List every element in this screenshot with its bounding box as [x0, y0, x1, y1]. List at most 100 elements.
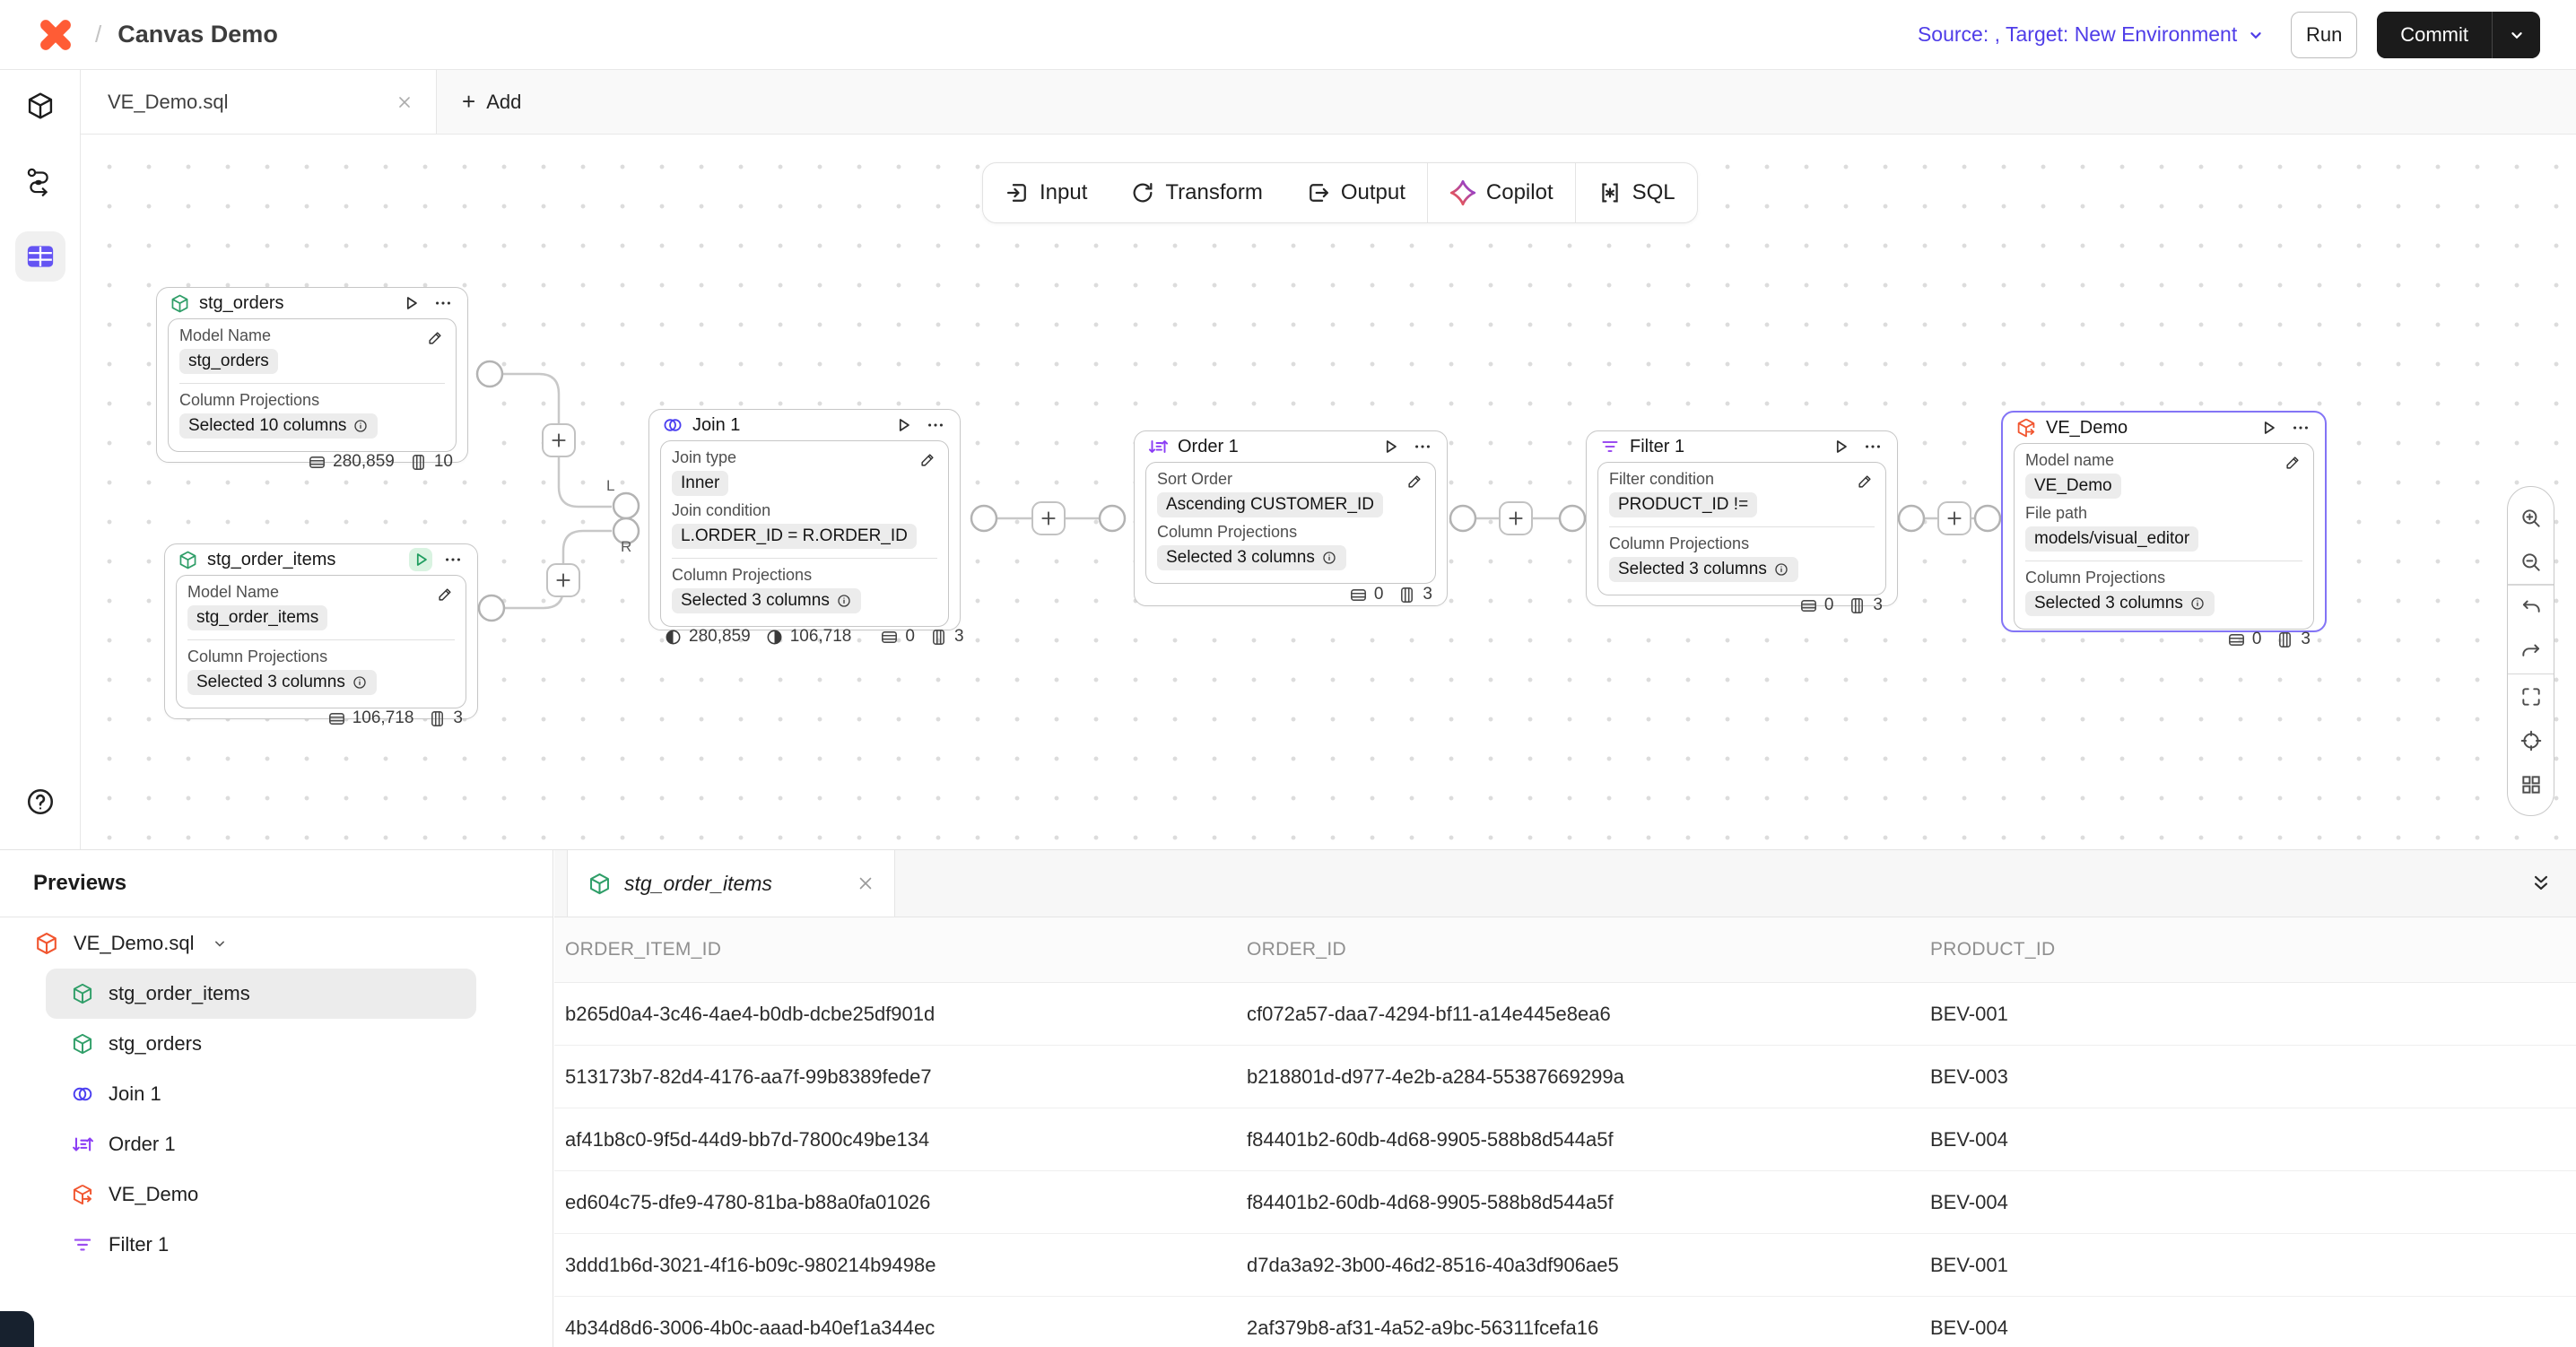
- output-label: Output: [1341, 180, 1405, 205]
- edit-pencil-icon[interactable]: [435, 583, 457, 604]
- node-filter-1[interactable]: Filter 1 Filter condition PRODUCT_ID != …: [1586, 430, 1898, 606]
- column-header[interactable]: ORDER_ID: [1236, 939, 1919, 960]
- commit-dropdown-button[interactable]: [2492, 12, 2540, 58]
- connection-port[interactable]: [1100, 506, 1125, 531]
- column-header[interactable]: PRODUCT_ID: [1919, 939, 2576, 960]
- tree-item-stg-orders[interactable]: stg_orders: [46, 1019, 476, 1069]
- play-icon[interactable]: [399, 291, 422, 315]
- field-label: Join condition: [672, 501, 937, 520]
- model-cube-icon: [587, 872, 612, 896]
- field-label: Column Projections: [187, 647, 455, 666]
- add-step-on-edge-button[interactable]: [1499, 501, 1533, 535]
- commit-button[interactable]: Commit: [2377, 12, 2492, 58]
- edit-pencil-icon[interactable]: [425, 326, 447, 348]
- tab-label: VE_Demo.sql: [108, 91, 395, 114]
- undo-icon[interactable]: [2508, 586, 2554, 630]
- more-menu-icon[interactable]: [1861, 435, 1884, 458]
- tree-item-order-1[interactable]: Order 1: [46, 1119, 476, 1169]
- table-row[interactable]: 4b34d8d6-3006-4b0c-aaad-b40ef1a344ec 2af…: [554, 1297, 2576, 1347]
- edit-pencil-icon[interactable]: [1405, 470, 1426, 491]
- preview-tab-stg-order-items[interactable]: stg_order_items: [567, 850, 895, 917]
- table-view-icon[interactable]: [15, 231, 65, 282]
- edit-pencil-icon[interactable]: [2283, 451, 2304, 473]
- run-button[interactable]: Run: [2291, 12, 2357, 58]
- field-value-pill: Selected 3 columns: [1609, 557, 1798, 582]
- rows-icon: [880, 628, 899, 647]
- table-row[interactable]: 3ddd1b6d-3021-4f16-b09c-980214b9498e d7d…: [554, 1234, 2576, 1297]
- node-stg-order-items[interactable]: stg_order_items Model Name stg_order_ite…: [164, 543, 478, 719]
- transform-icon: [1130, 180, 1155, 205]
- close-preview-tab-icon[interactable]: [855, 873, 876, 894]
- more-menu-icon[interactable]: [441, 548, 465, 571]
- more-menu-icon[interactable]: [2289, 416, 2312, 439]
- cell-order-item-id: 513173b7-82d4-4176-aa7f-99b8389fede7: [554, 1065, 1236, 1089]
- more-menu-icon[interactable]: [924, 413, 947, 437]
- edit-pencil-icon[interactable]: [1855, 470, 1876, 491]
- collapse-panel-double-chevron-icon[interactable]: [2529, 850, 2553, 917]
- connection-port-left[interactable]: [614, 493, 639, 518]
- play-icon[interactable]: [409, 548, 432, 571]
- model-cube-icon: [71, 982, 94, 1005]
- table-row[interactable]: af41b8c0-9f5d-44d9-bb7d-7800c49be134 f84…: [554, 1108, 2576, 1171]
- cell-order-id: 2af379b8-af31-4a52-a9bc-56311fcefa16: [1236, 1317, 1919, 1340]
- table-row[interactable]: 513173b7-82d4-4176-aa7f-99b8389fede7 b21…: [554, 1046, 2576, 1108]
- connection-port[interactable]: [479, 595, 504, 621]
- row-count: 0: [1349, 585, 1384, 604]
- table-row[interactable]: ed604c75-dfe9-4780-81ba-b88a0fa01026 f84…: [554, 1171, 2576, 1234]
- play-icon[interactable]: [1829, 435, 1852, 458]
- add-step-on-edge-button[interactable]: [542, 423, 576, 457]
- add-step-on-edge-button[interactable]: [1937, 501, 1971, 535]
- node-stg-orders[interactable]: stg_orders Model Name stg_orders Column …: [156, 287, 468, 463]
- add-output-button[interactable]: Output: [1284, 163, 1427, 222]
- add-step-on-edge-button[interactable]: [546, 563, 580, 597]
- dbt-logo-icon[interactable]: [36, 15, 75, 55]
- sql-button[interactable]: SQL: [1576, 163, 1697, 222]
- environment-selector[interactable]: Source: , Target: New Environment: [1918, 22, 2266, 47]
- add-step-on-edge-button[interactable]: [1031, 501, 1066, 535]
- zoom-out-icon[interactable]: [2508, 540, 2554, 584]
- columns-icon: [929, 628, 948, 647]
- tree-item-join-1[interactable]: Join 1: [46, 1069, 476, 1119]
- zoom-in-icon[interactable]: [2508, 496, 2554, 540]
- model-cube-icon: [170, 293, 190, 314]
- play-icon[interactable]: [1379, 435, 1402, 458]
- lineage-flow-icon[interactable]: [15, 156, 65, 206]
- connection-port[interactable]: [971, 506, 996, 531]
- copilot-button[interactable]: Copilot: [1428, 163, 1575, 222]
- connection-port[interactable]: [1450, 506, 1475, 531]
- edit-pencil-icon[interactable]: [918, 448, 939, 470]
- add-input-button[interactable]: Input: [983, 163, 1109, 222]
- play-icon[interactable]: [892, 413, 915, 437]
- connection-port[interactable]: [1899, 506, 1924, 531]
- column-header[interactable]: ORDER_ITEM_ID: [554, 939, 1236, 960]
- add-transform-button[interactable]: Transform: [1109, 163, 1284, 222]
- models-cube-icon[interactable]: [15, 81, 65, 131]
- tree-item-ve-demo-sql[interactable]: VE_Demo.sql: [0, 918, 553, 969]
- chevron-down-icon[interactable]: [211, 934, 229, 952]
- node-footer: 280,859 106,718 0 3: [649, 627, 960, 647]
- redo-icon[interactable]: [2508, 630, 2554, 674]
- card-divider: [1609, 526, 1875, 527]
- fit-view-icon[interactable]: [2508, 674, 2554, 718]
- tree-item-filter-1[interactable]: Filter 1: [46, 1220, 476, 1270]
- more-menu-icon[interactable]: [1411, 435, 1434, 458]
- connection-port[interactable]: [1560, 506, 1585, 531]
- connection-port[interactable]: [1975, 506, 2000, 531]
- grid-layout-icon[interactable]: [2508, 762, 2554, 806]
- half-circle-right-icon: [765, 628, 784, 647]
- more-menu-icon[interactable]: [431, 291, 455, 315]
- node-order-1[interactable]: Order 1 Sort Order Ascending CUSTOMER_ID…: [1134, 430, 1448, 606]
- help-icon[interactable]: [15, 777, 65, 827]
- node-ve-demo[interactable]: VE_Demo Model name VE_Demo File path mod…: [2001, 411, 2327, 632]
- node-join-1[interactable]: Join 1 Join type Inner Join condition L.…: [648, 409, 961, 630]
- play-icon[interactable]: [2257, 416, 2280, 439]
- tab-ve-demo-sql[interactable]: VE_Demo.sql: [81, 70, 437, 134]
- tree-item-stg-order-items[interactable]: stg_order_items: [46, 969, 476, 1019]
- pipeline-canvas[interactable]: L R Input Transform Output Copilot: [81, 135, 2576, 849]
- close-tab-icon[interactable]: [395, 92, 414, 112]
- tree-item-ve-demo[interactable]: VE_Demo: [46, 1169, 476, 1220]
- table-row[interactable]: b265d0a4-3c46-4ae4-b0db-dcbe25df901d cf0…: [554, 983, 2576, 1046]
- add-tab-button[interactable]: + Add: [437, 70, 546, 134]
- connection-port[interactable]: [477, 361, 502, 387]
- center-target-icon[interactable]: [2508, 718, 2554, 762]
